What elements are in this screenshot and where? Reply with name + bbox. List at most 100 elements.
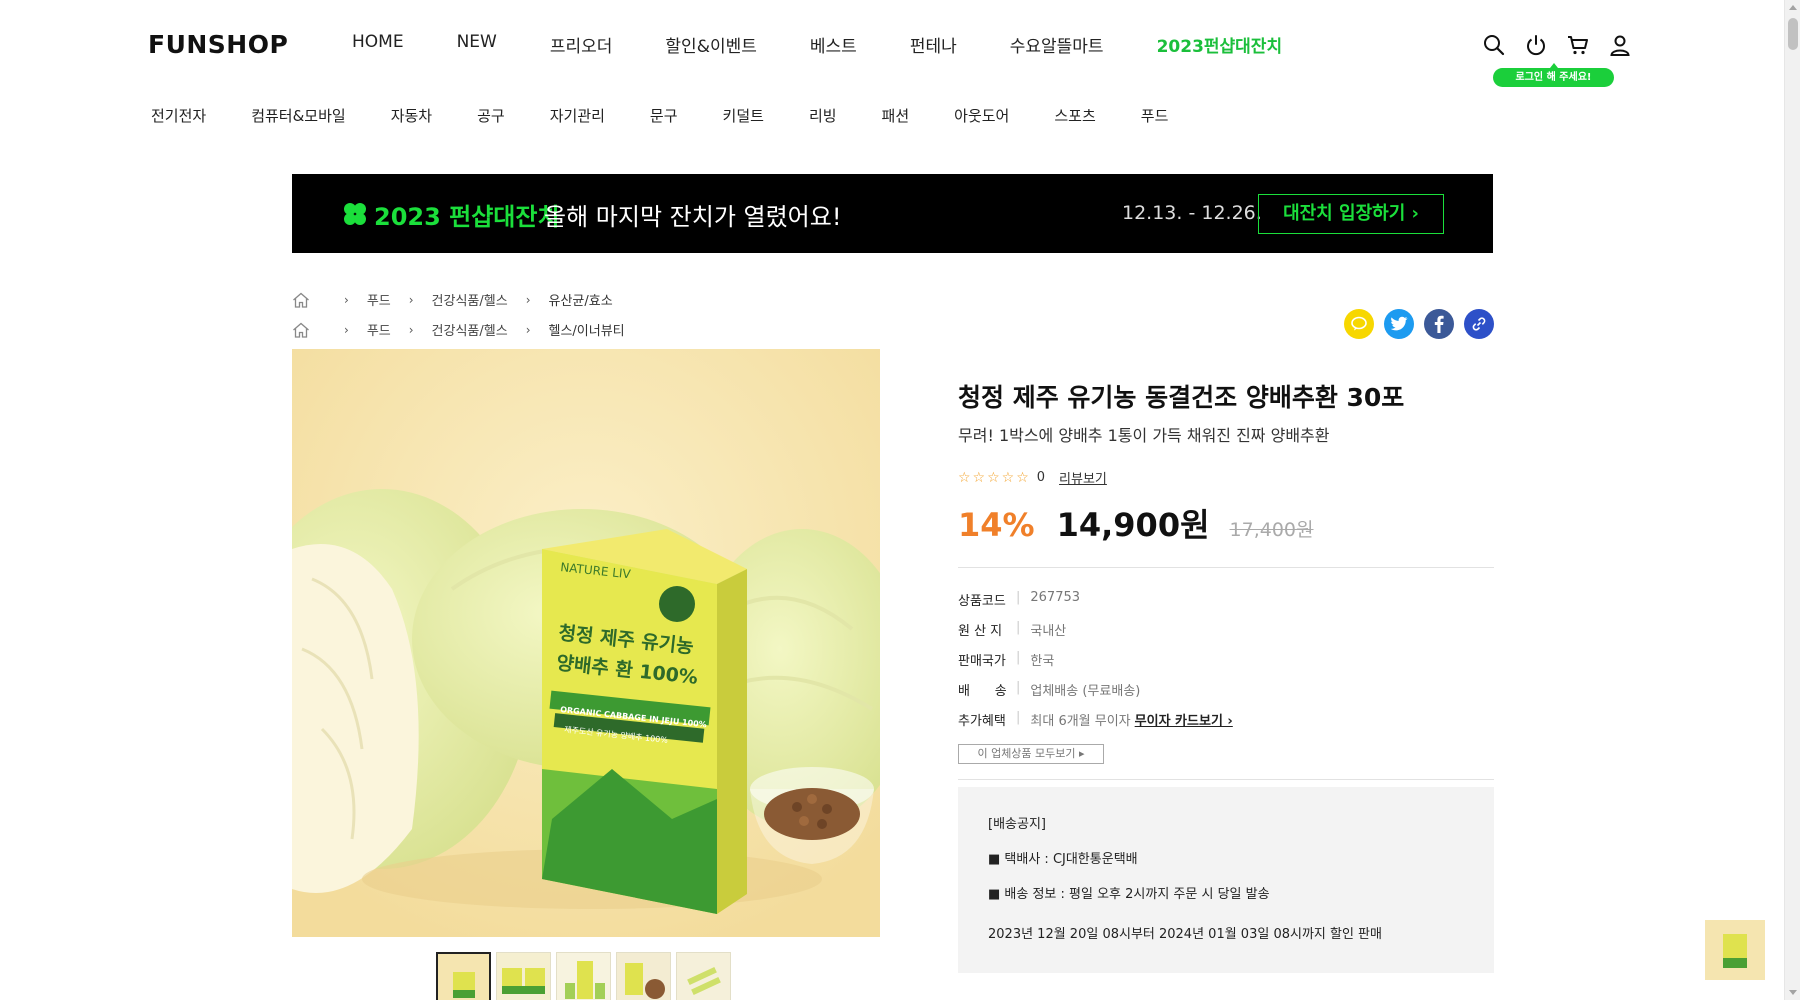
banner-subtitle: 올해 마지막 잔치가 열렸어요! [544, 203, 842, 231]
clover-icon [344, 203, 366, 225]
category-food[interactable]: 푸드 [1141, 105, 1169, 126]
home-icon[interactable] [292, 292, 310, 308]
chevron-right-icon: › [344, 322, 349, 337]
power-icon[interactable] [1524, 33, 1548, 57]
notice-line: ■ 택배사 : CJ대한통운택배 [988, 852, 1138, 867]
chevron-right-icon: › [344, 292, 349, 307]
search-icon[interactable] [1482, 33, 1506, 57]
review-count: 0 [1036, 470, 1046, 485]
funshop-logo[interactable]: FUNSHOP [148, 30, 288, 59]
scroll-down-arrow-icon[interactable] [1789, 990, 1797, 995]
nav-funtenna[interactable]: 펀테나 [910, 32, 957, 57]
spec-value: 국내산 [1030, 624, 1067, 639]
notice-line: ■ 배송 정보 : 평일 오후 2시까지 주문 시 당일 발송 [988, 887, 1270, 902]
breadcrumb-item[interactable]: 헬스/이너뷰티 [549, 320, 625, 339]
banner-date: 12.13. - 12.26. [1122, 202, 1262, 224]
divider [958, 779, 1494, 780]
nav-home[interactable]: HOME [352, 32, 404, 57]
share-buttons [1344, 309, 1494, 339]
spec-origin: 원 산 지 | 국내산 [958, 620, 1067, 639]
category-fashion[interactable]: 패션 [882, 105, 910, 126]
nav-wednesday-mart[interactable]: 수요알뜰마트 [1010, 32, 1104, 57]
spec-value: 업체배송 (무료배송) [1030, 684, 1141, 699]
chevron-right-icon: › [408, 292, 414, 307]
page-scrollbar[interactable] [1784, 0, 1800, 1000]
scroll-up-arrow-icon[interactable] [1789, 5, 1797, 10]
kakao-icon[interactable] [1344, 309, 1374, 339]
link-icon[interactable] [1464, 309, 1494, 339]
chevron-right-icon: › [408, 322, 414, 337]
nav-new[interactable]: NEW [457, 32, 497, 57]
spec-label: 원 산 지 [958, 624, 1003, 639]
nav-2023-festival[interactable]: 2023펀샵대잔치 [1157, 32, 1283, 57]
spec-value: 최대 6개월 무이자 [1030, 714, 1131, 729]
thumbnail-3[interactable] [556, 952, 611, 1000]
user-icon[interactable] [1608, 33, 1632, 57]
category-tools[interactable]: 공구 [477, 105, 505, 126]
thumbnail-1[interactable] [436, 952, 491, 1000]
rating-stars-icon: ☆☆☆☆☆ [958, 469, 1031, 486]
banner-title: 2023 펀샵대잔치 [374, 203, 560, 231]
category-car[interactable]: 자동차 [391, 105, 432, 126]
category-living[interactable]: 리빙 [809, 105, 837, 126]
recent-product-thumbnail[interactable] [1705, 920, 1765, 980]
category-nav: 전기전자 컴퓨터&모바일 자동차 공구 자기관리 문구 키덜트 리빙 패션 아웃… [151, 105, 1213, 126]
spec-benefit: 추가혜택 | 최대 6개월 무이자 무이자 카드보기 › [958, 710, 1233, 729]
category-outdoor[interactable]: 아웃도어 [954, 105, 1009, 126]
product-title: 청정 제주 유기농 동결건조 양배추환 30포 [958, 383, 1405, 412]
cart-icon[interactable] [1566, 33, 1590, 57]
spec-country: 판매국가 | 한국 [958, 650, 1055, 669]
product-main-image[interactable]: NATURE LIV 청정 제주 유기농 양배추 환 100% ORGANIC … [292, 349, 880, 937]
breadcrumb-item[interactable]: 푸드 [367, 320, 391, 339]
spec-label: 추가혜택 [958, 714, 1006, 729]
spec-label: 판매국가 [958, 654, 1006, 669]
category-selfcare[interactable]: 자기관리 [550, 105, 605, 126]
spec-shipping: 배 송 | 업체배송 (무료배송) [958, 680, 1141, 699]
discount-rate: 14% [958, 506, 1035, 544]
category-kidult[interactable]: 키덜트 [723, 105, 764, 126]
thumbnail-2[interactable] [496, 952, 551, 1000]
festival-banner[interactable]: 2023 펀샵대잔치 올해 마지막 잔치가 열렸어요! 12.13. - 12.… [292, 174, 1493, 253]
all-vendor-products-button[interactable]: 이 업체상품 모두보기 ▸ [958, 744, 1104, 764]
login-prompt-badge[interactable]: 로그인 해 주세요! [1493, 63, 1614, 87]
product-price: 14% 14,900원 17,400원 [958, 500, 1314, 546]
category-stationery[interactable]: 문구 [650, 105, 678, 126]
thumbnail-5[interactable] [676, 952, 731, 1000]
category-sports[interactable]: 스포츠 [1054, 105, 1095, 126]
category-electronics[interactable]: 전기전자 [151, 105, 206, 126]
spec-value: 267753 [1030, 590, 1081, 605]
chevron-right-icon: › [525, 322, 531, 337]
nav-best[interactable]: 베스트 [810, 32, 857, 57]
product-photo: NATURE LIV 청정 제주 유기농 양배추 환 100% ORGANIC … [292, 349, 880, 937]
enter-festival-button[interactable]: 대잔치 입장하기 › [1258, 194, 1444, 234]
breadcrumb-item[interactable]: 푸드 [367, 290, 391, 309]
sale-price: 14,900원 [1056, 506, 1210, 544]
product-thumbnails [436, 952, 731, 1000]
breadcrumb: › 푸드 › 건강식품/헬스 › 유산균/효소 [292, 290, 613, 309]
notice-period: 2023년 12월 20일 08시부터 2024년 01월 03일 08시까지 … [988, 927, 1382, 942]
scrollbar-thumb[interactable] [1788, 18, 1798, 50]
twitter-icon[interactable] [1384, 309, 1414, 339]
breadcrumb: › 푸드 › 건강식품/헬스 › 헬스/이너뷰티 [292, 320, 625, 339]
thumbnail-4[interactable] [616, 952, 671, 1000]
interest-free-card-link[interactable]: 무이자 카드보기 › [1135, 714, 1233, 729]
spec-label: 상품코드 [958, 594, 1006, 609]
breadcrumb-item[interactable]: 건강식품/헬스 [432, 290, 508, 309]
breadcrumb-item[interactable]: 건강식품/헬스 [432, 320, 508, 339]
header-icons [1482, 33, 1632, 57]
main-nav: HOME NEW 프리오더 할인&이벤트 베스트 펀테나 수요알뜰마트 2023… [352, 32, 1335, 57]
home-icon[interactable] [292, 322, 310, 338]
spec-value: 한국 [1030, 654, 1055, 669]
breadcrumb-item[interactable]: 유산균/효소 [549, 290, 613, 309]
nav-preorder[interactable]: 프리오더 [550, 32, 613, 57]
chevron-right-icon: › [525, 292, 531, 307]
product-rating: ☆☆☆☆☆ 0 리뷰보기 [958, 468, 1107, 488]
product-subtitle: 무려! 1박스에 양배추 1통이 가득 채워진 진짜 양배추환 [958, 426, 1330, 445]
shipping-notice: [배송공지] ■ 택배사 : CJ대한통운택배 ■ 배송 정보 : 평일 오후 … [958, 787, 1494, 973]
view-reviews-link[interactable]: 리뷰보기 [1059, 468, 1107, 487]
facebook-icon[interactable] [1424, 309, 1454, 339]
category-computer-mobile[interactable]: 컴퓨터&모바일 [251, 105, 346, 126]
original-price: 17,400원 [1229, 519, 1314, 541]
product-page: FUNSHOP HOME NEW 프리오더 할인&이벤트 베스트 펀테나 수요알… [0, 0, 1784, 1000]
nav-sale-event[interactable]: 할인&이벤트 [665, 32, 756, 57]
